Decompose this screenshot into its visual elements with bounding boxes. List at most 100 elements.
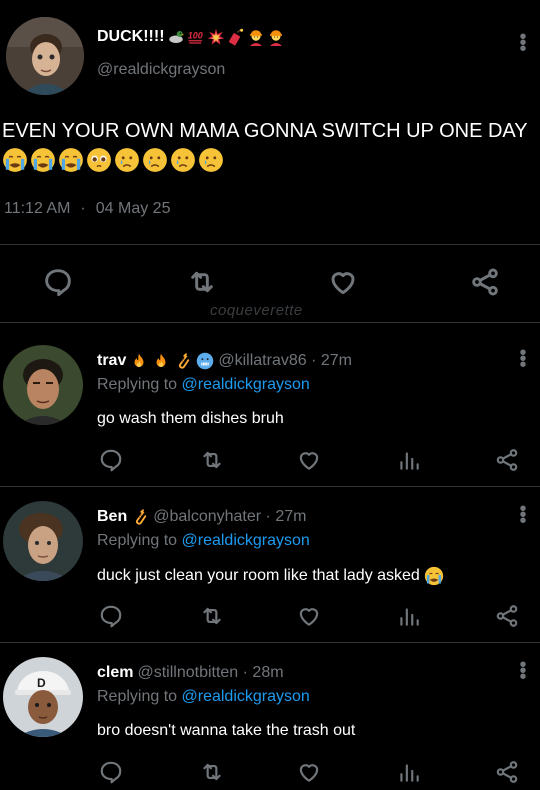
reply-author-name: trav (97, 352, 127, 369)
retweet-button[interactable] (199, 447, 225, 473)
more-options-icon[interactable]: • • • (518, 655, 528, 687)
reply-icon (98, 603, 124, 629)
share-button[interactable] (469, 266, 501, 298)
heart-icon (327, 266, 359, 298)
reply-action-bar (0, 759, 540, 790)
author-name-text: DUCK!!!! (97, 28, 165, 45)
reply-button[interactable] (98, 759, 124, 785)
retweet-button[interactable] (186, 266, 218, 298)
duck-icon (167, 28, 185, 46)
stats-icon (396, 603, 422, 629)
share-button[interactable] (494, 603, 520, 629)
replying-to-link[interactable]: @realdickgrayson (182, 688, 310, 705)
cold-face-icon (196, 352, 214, 370)
retweet-icon (186, 266, 218, 298)
crying-face-icon (198, 147, 224, 173)
tweet-time: 11:12 AM (4, 200, 71, 217)
divider (0, 244, 540, 245)
replying-to: Replying to @realdickgrayson (97, 532, 310, 550)
reply-icon (42, 266, 74, 298)
share-icon (494, 447, 520, 473)
watermark: coqueverette (210, 302, 303, 319)
reply-text: bro doesn't wanna take the trash out (97, 722, 355, 740)
share-icon (494, 603, 520, 629)
tweet-text: EVEN YOUR OWN MAMA GONNA SWITCH UP ONE D… (2, 120, 528, 142)
reply-author-row[interactable]: clem @stillnotbitten · 28m (97, 664, 284, 682)
views-button[interactable] (396, 447, 422, 473)
retweet-icon (199, 447, 225, 473)
main-action-bar (0, 266, 540, 306)
stats-icon (396, 447, 422, 473)
reply-author-name: clem (97, 664, 134, 681)
reply-avatar[interactable] (3, 501, 83, 581)
retweet-button[interactable] (199, 759, 225, 785)
share-icon (494, 759, 520, 785)
reply-button[interactable] (98, 447, 124, 473)
replying-prefix: Replying to (97, 532, 178, 549)
tweet-text-emojis (2, 147, 224, 173)
stats-icon (396, 759, 422, 785)
reply-avatar[interactable]: D (3, 657, 83, 737)
author-display-name[interactable]: DUCK!!!! (97, 28, 285, 46)
construction-worker-icon (247, 28, 265, 46)
pleading-face-icon (86, 147, 112, 173)
saxophone-icon (174, 352, 192, 370)
loudly-crying-icon (2, 147, 28, 173)
reply-text-content: duck just clean your room like that lady… (97, 567, 420, 584)
like-button[interactable] (296, 759, 322, 785)
retweet-icon (199, 603, 225, 629)
more-options-icon[interactable]: • • • (518, 27, 528, 59)
replying-prefix: Replying to (97, 688, 178, 705)
tweet-timestamp[interactable]: 11:12 AM · 04 May 25 (4, 200, 170, 218)
collision-icon (207, 28, 225, 46)
loudly-crying-icon (58, 147, 84, 173)
retweet-button[interactable] (199, 603, 225, 629)
like-button[interactable] (296, 603, 322, 629)
author-avatar[interactable] (6, 17, 84, 95)
replying-to-link[interactable]: @realdickgrayson (182, 376, 310, 393)
reply-icon (98, 759, 124, 785)
reply-action-bar (0, 447, 540, 487)
replying-to-link[interactable]: @realdickgrayson (182, 532, 310, 549)
more-options-icon[interactable]: • • • (518, 343, 528, 375)
like-button[interactable] (296, 447, 322, 473)
reply-author-row[interactable]: Ben @balconyhater · 27m (97, 508, 306, 526)
saxophone-icon (131, 508, 149, 526)
reply-button[interactable] (42, 266, 74, 298)
like-button[interactable] (327, 266, 359, 298)
author-handle[interactable]: @realdickgrayson (97, 61, 225, 79)
reply-author-row[interactable]: trav @killatrav86 · 27m (97, 352, 352, 370)
retweet-icon (199, 759, 225, 785)
reply-avatar[interactable] (3, 345, 83, 425)
loudly-crying-icon (424, 566, 444, 586)
reply-text: duck just clean your room like that lady… (97, 566, 444, 586)
heart-icon (296, 603, 322, 629)
fire-icon (152, 352, 170, 370)
reply-text: go wash them dishes bruh (97, 410, 284, 428)
views-button[interactable] (396, 603, 422, 629)
share-icon (469, 266, 501, 298)
reply-handle-time: @killatrav86 · 27m (218, 352, 352, 369)
reply-author-name: Ben (97, 508, 128, 525)
reply-action-bar (0, 603, 540, 643)
crying-face-icon (114, 147, 140, 173)
meta-separator: · (80, 200, 86, 217)
more-options-icon[interactable]: • • • (518, 499, 528, 531)
reply-button[interactable] (98, 603, 124, 629)
heart-icon (296, 447, 322, 473)
share-button[interactable] (494, 759, 520, 785)
divider (0, 322, 540, 323)
reply-text-content: go wash them dishes bruh (97, 410, 284, 427)
replying-to: Replying to @realdickgrayson (97, 376, 310, 394)
loudly-crying-icon (30, 147, 56, 173)
share-button[interactable] (494, 447, 520, 473)
views-button[interactable] (396, 759, 422, 785)
crying-face-icon (170, 147, 196, 173)
replying-to: Replying to @realdickgrayson (97, 688, 310, 706)
heart-icon (296, 759, 322, 785)
reply-handle-time: @stillnotbitten · 28m (137, 664, 284, 681)
divider (0, 642, 540, 643)
construction-worker-icon (267, 28, 285, 46)
svg-text:D: D (37, 676, 46, 690)
hundred-icon (187, 28, 205, 46)
